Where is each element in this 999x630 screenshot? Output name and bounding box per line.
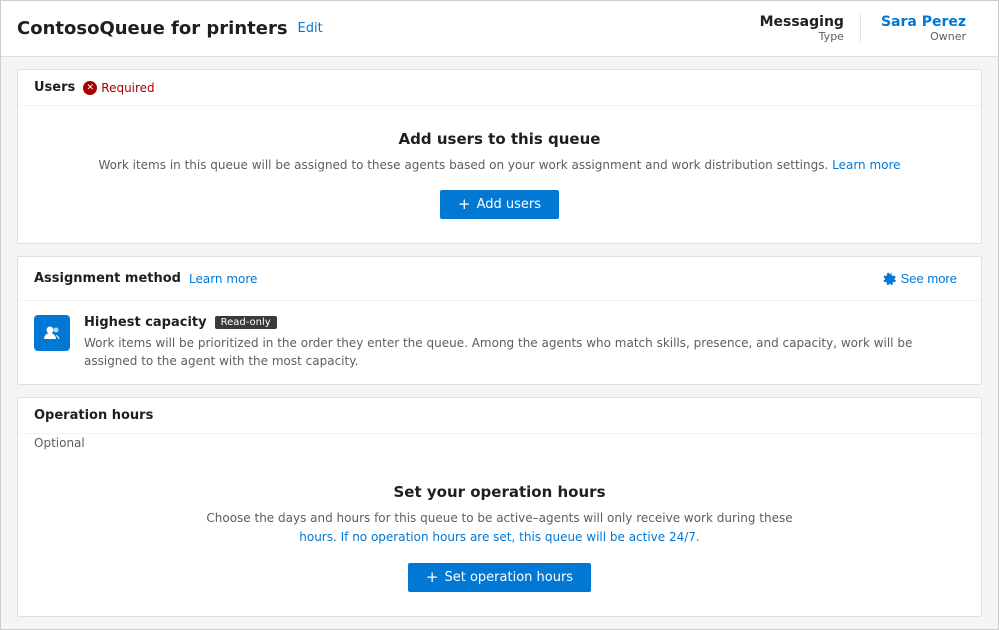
page-header: ContosoQueue for printers Edit Messaging… — [1, 1, 998, 57]
operation-hours-header: Operation hours — [18, 398, 981, 434]
required-icon: ✕ — [83, 81, 97, 95]
see-more-button[interactable]: See more — [875, 267, 965, 290]
see-more-label: See more — [901, 271, 957, 286]
capacity-icon — [42, 323, 62, 343]
set-hours-desc-line1: Choose the days and hours for this queue… — [206, 511, 792, 525]
set-hours-label: Set operation hours — [445, 570, 574, 585]
add-users-desc: Work items in this queue will be assigne… — [34, 156, 965, 174]
assignment-row: Highest capacity Read-only Work items wi… — [18, 301, 981, 384]
meta-type-label: Type — [760, 30, 844, 43]
meta-owner-label: Owner — [881, 30, 966, 43]
add-users-plus-icon: + — [458, 197, 471, 212]
page-title: ContosoQueue for printers — [17, 18, 288, 39]
assignment-desc: Work items will be prioritized in the or… — [84, 334, 965, 370]
assignment-title: Highest capacity — [84, 315, 207, 330]
assignment-title-row-inner: Highest capacity Read-only — [84, 315, 965, 330]
assignment-title-row: Assignment method Learn more — [34, 271, 257, 286]
readonly-badge: Read-only — [215, 316, 277, 329]
assignment-icon — [34, 315, 70, 351]
operation-hours-title-row: Operation hours — [34, 408, 153, 423]
users-section-title: Users — [34, 80, 75, 95]
optional-label-wrapper: Optional — [18, 434, 981, 459]
set-hours-desc-line2: hours. If no operation hours are set, th… — [299, 530, 700, 544]
optional-label: Optional — [34, 436, 85, 450]
operation-hours-title: Operation hours — [34, 408, 153, 423]
meta-type-value: Messaging — [760, 14, 844, 30]
set-hours-desc: Choose the days and hours for this queue… — [34, 509, 965, 547]
assignment-section-title: Assignment method — [34, 271, 181, 286]
add-users-button[interactable]: + Add users — [440, 190, 559, 219]
required-badge: ✕ Required — [83, 81, 154, 95]
header-meta-type: Messaging Type — [744, 14, 861, 43]
users-title-row: Users ✕ Required — [34, 80, 155, 95]
assignment-content: Highest capacity Read-only Work items wi… — [84, 315, 965, 370]
header-right: Messaging Type Sara Perez Owner — [744, 14, 982, 43]
set-hours-plus-icon: + — [426, 570, 439, 585]
users-section-body: Add users to this queue Work items in th… — [18, 106, 981, 243]
operation-hours-body: Set your operation hours Choose the days… — [18, 459, 981, 616]
assignment-learn-more[interactable]: Learn more — [189, 272, 257, 286]
add-users-label: Add users — [477, 197, 541, 212]
set-operation-hours-button[interactable]: + Set operation hours — [408, 563, 591, 592]
add-users-learn-more[interactable]: Learn more — [832, 158, 900, 172]
required-label: Required — [101, 81, 154, 95]
meta-owner-value: Sara Perez — [881, 14, 966, 30]
add-users-title: Add users to this queue — [34, 130, 965, 148]
users-section: Users ✕ Required Add users to this queue… — [17, 69, 982, 244]
users-section-header: Users ✕ Required — [18, 70, 981, 106]
header-left: ContosoQueue for printers Edit — [17, 18, 323, 39]
main-content: Users ✕ Required Add users to this queue… — [1, 57, 998, 629]
header-meta-owner: Sara Perez Owner — [861, 14, 982, 43]
assignment-section-header: Assignment method Learn more See more — [18, 257, 981, 301]
add-users-desc-text: Work items in this queue will be assigne… — [98, 158, 828, 172]
set-hours-title: Set your operation hours — [34, 483, 965, 501]
operation-hours-section: Operation hours Optional Set your operat… — [17, 397, 982, 617]
edit-link[interactable]: Edit — [298, 21, 323, 36]
gear-icon — [883, 272, 897, 286]
assignment-section: Assignment method Learn more See more — [17, 256, 982, 385]
